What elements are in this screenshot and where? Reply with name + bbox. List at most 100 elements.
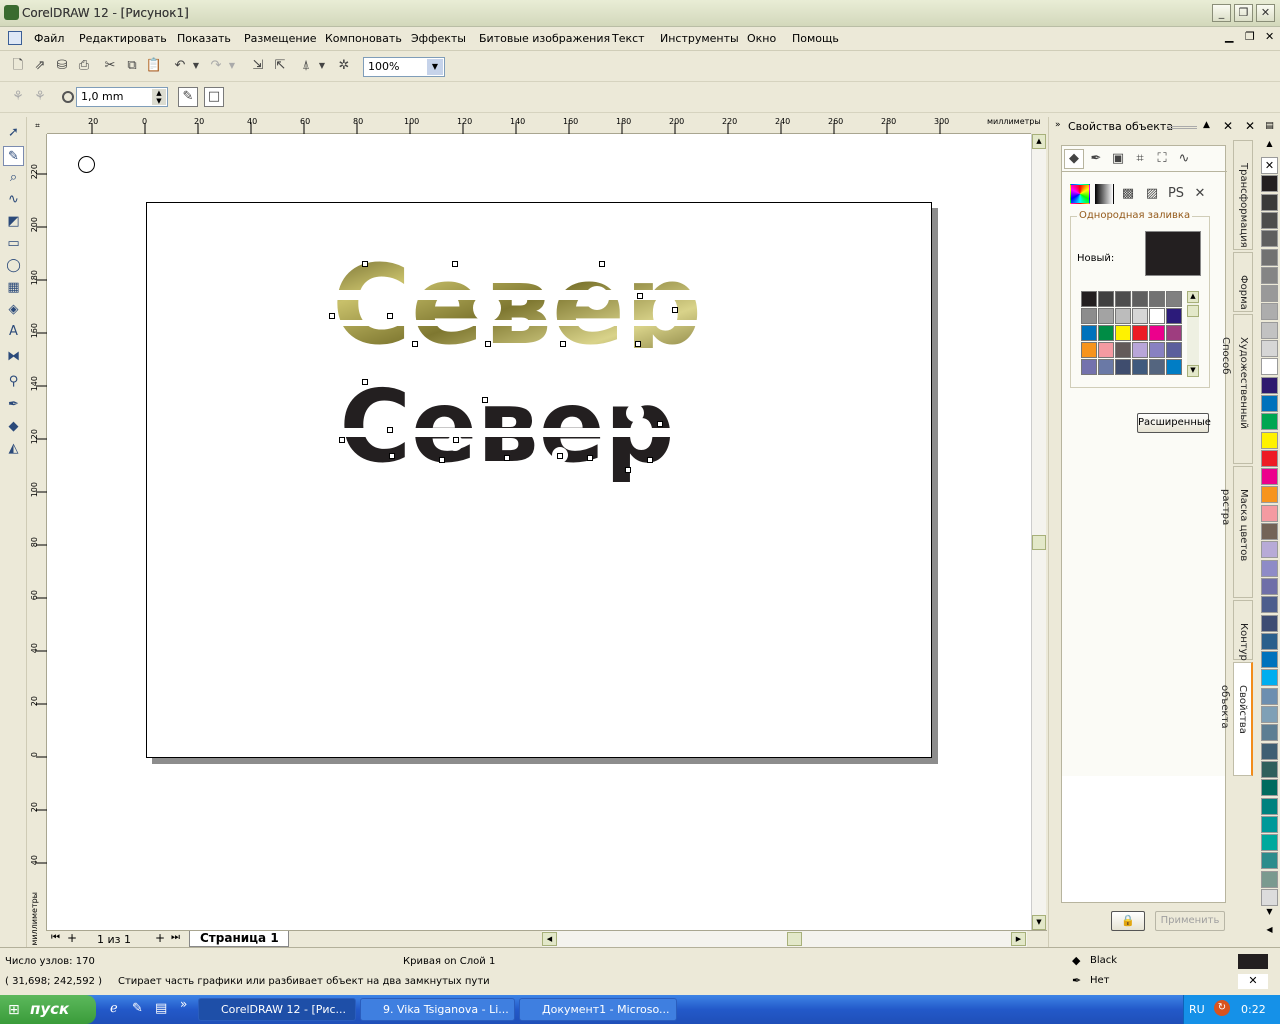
node-handle[interactable] bbox=[387, 313, 393, 319]
color-swatch[interactable] bbox=[1132, 342, 1148, 358]
general-tab-icon[interactable]: ▣ bbox=[1108, 149, 1128, 169]
node-handle[interactable] bbox=[362, 379, 368, 385]
task-word[interactable]: Документ1 - Microso... bbox=[519, 998, 677, 1021]
undo-dropdown-icon[interactable]: ▼ bbox=[190, 56, 202, 76]
color-swatch[interactable] bbox=[1098, 342, 1114, 358]
node-handle[interactable] bbox=[389, 453, 395, 459]
node-handle[interactable] bbox=[504, 455, 510, 461]
menu-view[interactable]: Показать bbox=[177, 32, 231, 45]
doc-close-button[interactable]: ✕ bbox=[1265, 30, 1274, 43]
outline-none-swatch[interactable]: ✕ bbox=[1238, 974, 1268, 989]
palette-swatch[interactable]: ✕ bbox=[1261, 157, 1278, 174]
curve-tab-icon[interactable]: ∿ bbox=[1174, 149, 1194, 169]
zoom-dropdown-icon[interactable]: ▼ bbox=[427, 59, 443, 75]
add-page-before-icon[interactable]: + bbox=[67, 931, 77, 945]
desktop-quicklaunch-icon[interactable]: ▤ bbox=[155, 1001, 167, 1016]
menu-file[interactable]: Файл bbox=[34, 32, 64, 45]
close-button[interactable]: ✕ bbox=[1256, 4, 1275, 22]
auto-reduce-icon[interactable]: ⚘ bbox=[30, 87, 50, 107]
node-handle[interactable] bbox=[657, 421, 663, 427]
drawing-canvas[interactable]: Север Север bbox=[47, 134, 1031, 931]
docker-collapse-icon[interactable]: ▲ bbox=[1203, 120, 1210, 130]
interactive-blend-tool-icon[interactable]: ⧓ bbox=[3, 347, 24, 367]
erase-mode-icon[interactable]: ✎ bbox=[178, 87, 198, 107]
tab-transform[interactable]: Трансформация bbox=[1233, 140, 1253, 250]
swatch-scroll-up[interactable]: ▲ bbox=[1187, 291, 1199, 303]
node-handle[interactable] bbox=[672, 307, 678, 313]
color-swatch[interactable] bbox=[1149, 308, 1165, 324]
vertical-ruler[interactable]: 220 200 180 160 140 120 100 80 60 40 20 … bbox=[28, 134, 47, 946]
palette-swatch[interactable] bbox=[1261, 596, 1278, 614]
color-swatch[interactable] bbox=[1098, 291, 1114, 307]
palette-swatch[interactable] bbox=[1261, 175, 1278, 193]
ellipse-tool-icon[interactable]: ◯ bbox=[3, 256, 24, 276]
node-handle[interactable] bbox=[453, 437, 459, 443]
menu-text[interactable]: Текст bbox=[612, 32, 645, 45]
palette-scroll-down-icon[interactable]: ▼ bbox=[1262, 907, 1277, 921]
palette-menu-icon[interactable]: ▤ bbox=[1262, 121, 1277, 135]
corel-online-icon[interactable]: ✲ bbox=[334, 56, 354, 76]
hscroll-right-button[interactable]: ▶ bbox=[1011, 932, 1026, 946]
menu-arrange[interactable]: Компоновать bbox=[325, 32, 402, 45]
app-launcher-icon[interactable]: ⍋ bbox=[296, 56, 316, 76]
palette-swatch[interactable] bbox=[1261, 266, 1278, 284]
palette-swatch[interactable] bbox=[1261, 303, 1278, 321]
eraser-tool-icon[interactable]: ✎ bbox=[3, 146, 24, 166]
launcher-dropdown-icon[interactable]: ▼ bbox=[316, 56, 328, 76]
outline-tool-icon[interactable]: ✒ bbox=[3, 395, 24, 415]
palette-swatch[interactable] bbox=[1261, 248, 1278, 266]
color-swatch[interactable] bbox=[1115, 359, 1131, 375]
tab-bitmap-color-mask[interactable]: Маска цветов растра bbox=[1220, 466, 1253, 598]
palette-swatch[interactable] bbox=[1261, 413, 1278, 431]
basic-shapes-tool-icon[interactable]: ◈ bbox=[3, 300, 24, 320]
nib-spinner-icon[interactable]: ▲ ▼ bbox=[152, 89, 166, 105]
palette-swatch[interactable] bbox=[1261, 889, 1278, 906]
color-swatch[interactable] bbox=[1098, 308, 1114, 324]
docker-close-icon[interactable]: ✕ bbox=[1223, 119, 1233, 133]
color-swatch[interactable] bbox=[1132, 308, 1148, 324]
palette-swatch[interactable] bbox=[1261, 230, 1278, 248]
node-handle[interactable] bbox=[329, 313, 335, 319]
palette-swatch[interactable] bbox=[1261, 834, 1278, 852]
paste-icon[interactable]: 📋 bbox=[144, 56, 164, 76]
palette-swatch[interactable] bbox=[1261, 797, 1278, 815]
graph-paper-tool-icon[interactable]: ▦ bbox=[3, 278, 24, 298]
interactive-fill-tool-icon[interactable]: ◭ bbox=[3, 439, 24, 459]
color-swatch[interactable] bbox=[1081, 308, 1097, 324]
textured-text-object[interactable]: Север bbox=[327, 258, 707, 348]
tray-app-icon[interactable]: ↻ bbox=[1214, 1000, 1230, 1016]
import-icon[interactable]: ⇲ bbox=[248, 56, 268, 76]
palette-swatch[interactable] bbox=[1261, 541, 1278, 559]
maximize-button[interactable]: ❐ bbox=[1234, 4, 1253, 22]
palette-swatch[interactable] bbox=[1261, 340, 1278, 357]
language-indicator[interactable]: RU bbox=[1189, 1003, 1205, 1016]
node-handle[interactable] bbox=[647, 457, 653, 463]
quicklaunch-more-icon[interactable]: » bbox=[180, 997, 187, 1011]
color-swatch[interactable] bbox=[1098, 325, 1114, 341]
menu-help[interactable]: Помощь bbox=[792, 32, 839, 45]
node-handle[interactable] bbox=[339, 437, 345, 443]
palette-swatch[interactable] bbox=[1261, 614, 1278, 632]
uniform-fill-icon[interactable] bbox=[1070, 184, 1090, 204]
palette-swatch[interactable] bbox=[1261, 632, 1278, 650]
menu-edit[interactable]: Редактировать bbox=[79, 32, 167, 45]
menu-bitmaps[interactable]: Битовые изображения bbox=[479, 32, 610, 45]
save-icon[interactable]: ⛁ bbox=[52, 56, 72, 76]
node-handle[interactable] bbox=[362, 261, 368, 267]
apply-button[interactable]: Применить bbox=[1155, 911, 1225, 931]
node-handle[interactable] bbox=[635, 341, 641, 347]
palette-swatch[interactable] bbox=[1261, 523, 1278, 540]
color-swatch[interactable] bbox=[1149, 342, 1165, 358]
color-swatch[interactable] bbox=[1132, 325, 1148, 341]
open-icon[interactable]: ⇗ bbox=[30, 56, 50, 76]
palette-swatch[interactable] bbox=[1261, 193, 1278, 211]
palette-swatch[interactable] bbox=[1261, 358, 1278, 376]
first-page-icon[interactable]: ⏮ bbox=[51, 932, 60, 943]
add-page-after-icon[interactable]: + bbox=[155, 931, 165, 945]
horizontal-scrollbar[interactable]: ◀ ▶ bbox=[542, 931, 1027, 947]
docker-expand-icon[interactable]: » bbox=[1055, 120, 1061, 130]
nib-shape-icon[interactable]: □ bbox=[204, 87, 224, 107]
color-swatch[interactable] bbox=[1166, 342, 1182, 358]
color-swatch[interactable] bbox=[1149, 291, 1165, 307]
scroll-down-button[interactable]: ▼ bbox=[1032, 915, 1046, 930]
